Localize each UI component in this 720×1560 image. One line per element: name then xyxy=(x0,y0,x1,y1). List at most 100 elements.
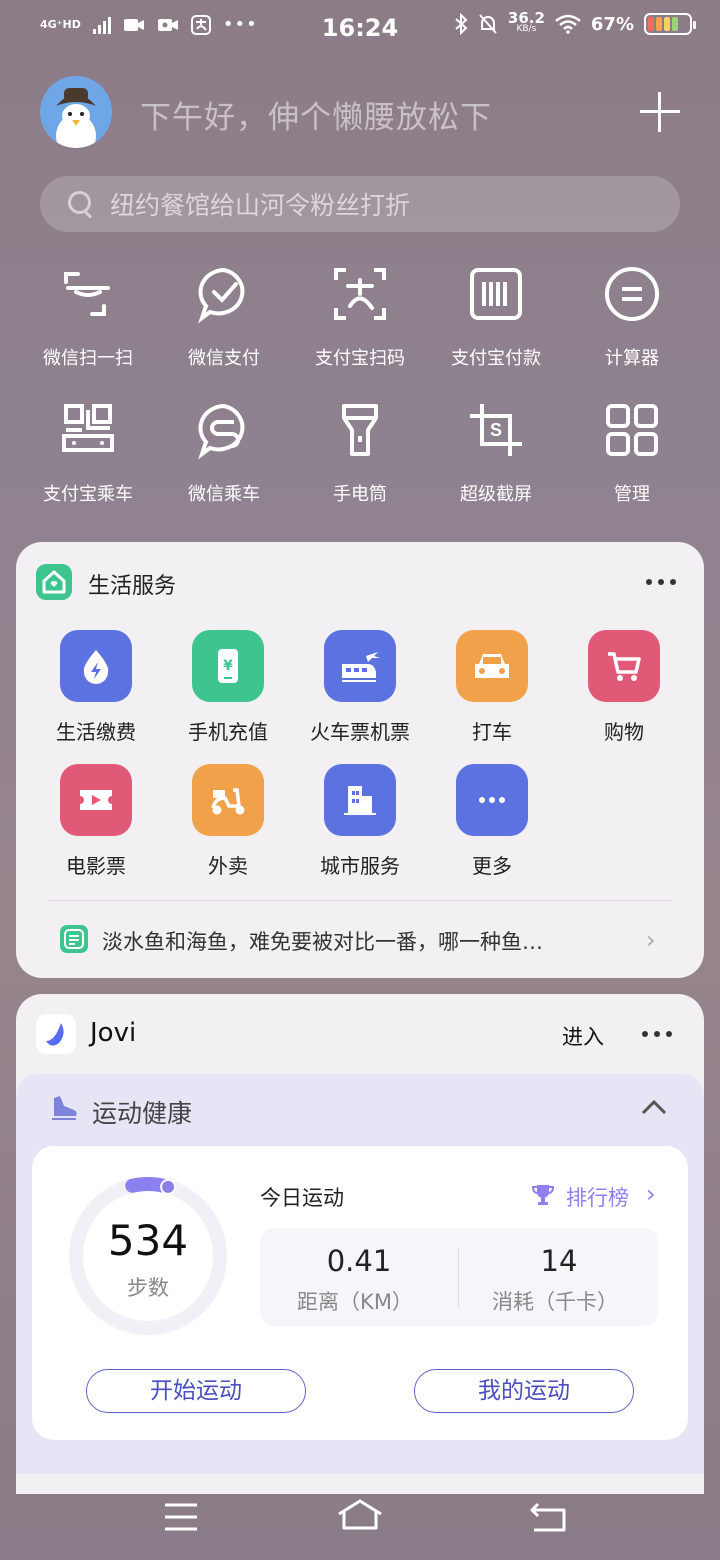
service-label: 生活缴费 xyxy=(56,720,136,744)
my-exercise-button[interactable]: 我的运动 xyxy=(414,1369,634,1413)
service-tile xyxy=(456,764,528,836)
speed-value: 36.2 xyxy=(507,9,545,27)
chevron-right-icon[interactable]: › xyxy=(646,926,656,954)
chevron-up-icon[interactable] xyxy=(640,1098,668,1116)
jovi-more-icon[interactable] xyxy=(642,1031,672,1037)
service-more[interactable]: 更多 xyxy=(426,764,558,879)
service-train-flight[interactable]: 火车票机票 xyxy=(294,630,426,745)
back-icon[interactable] xyxy=(528,1500,568,1534)
jovi-enter-link[interactable]: 进入 xyxy=(562,1021,604,1051)
screenshot-icon: S xyxy=(470,404,522,456)
shortcut-wechat-scan[interactable]: 微信扫一扫 xyxy=(20,264,156,370)
service-phone-recharge[interactable]: ¥ 手机充值 xyxy=(162,630,294,745)
life-service-more-icon[interactable] xyxy=(646,579,676,585)
health-title: 运动健康 xyxy=(92,1099,193,1128)
service-city[interactable]: 城市服务 xyxy=(294,764,426,879)
life-service-card xyxy=(16,542,704,978)
wechat-bus-icon xyxy=(198,403,245,460)
phone-yuan-icon: ¥ xyxy=(218,649,238,683)
flashlight-icon xyxy=(342,404,378,456)
barcode-icon xyxy=(470,268,522,320)
steps-label: 步数 xyxy=(127,1276,169,1300)
scan-icon xyxy=(64,272,110,316)
service-utility-bill[interactable]: 生活缴费 xyxy=(30,630,162,745)
divider xyxy=(48,900,672,901)
service-label: 电影票 xyxy=(66,854,126,878)
bus-qr-icon xyxy=(62,404,114,452)
service-tile xyxy=(192,764,264,836)
car-icon xyxy=(475,654,509,678)
shortcut-manage[interactable]: 管理 xyxy=(564,400,700,506)
calories-label: 消耗（千卡） xyxy=(492,1290,618,1314)
shortcut-wechat-pay[interactable]: 微信支付 xyxy=(156,264,292,370)
bluetooth-icon xyxy=(455,13,468,35)
status-bar: 4G⁺HD ••• 16:24 36.2 KB/s 67% xyxy=(0,0,720,58)
shortcut-calculator[interactable]: 计算器 xyxy=(564,264,700,370)
penguin-hat-icon xyxy=(56,88,96,148)
network-speed: 36.2 KB/s xyxy=(507,9,545,35)
running-shoe-icon xyxy=(52,1096,77,1120)
start-exercise-button[interactable]: 开始运动 xyxy=(86,1369,306,1413)
shortcut-label: 超级截屏 xyxy=(460,484,532,505)
service-label: 购物 xyxy=(604,720,644,744)
service-label: 更多 xyxy=(472,854,512,878)
shortcut-label: 微信支付 xyxy=(188,348,260,369)
service-label: 城市服务 xyxy=(320,854,400,878)
train-plane-icon xyxy=(342,652,380,682)
building-icon xyxy=(344,786,376,815)
jovi-title: Jovi xyxy=(90,1018,137,1048)
service-tile xyxy=(324,630,396,702)
news-headline[interactable]: 淡水鱼和海鱼，难免要被对比一番，哪一种鱼… xyxy=(102,926,622,956)
add-button[interactable] xyxy=(640,92,680,132)
service-tile xyxy=(588,630,660,702)
avatar[interactable] xyxy=(40,76,112,148)
service-tile xyxy=(324,764,396,836)
search-bar[interactable]: 纽约餐馆给山河令粉丝打折 xyxy=(40,176,680,232)
life-service-title: 生活服务 xyxy=(88,574,177,599)
calculator-icon xyxy=(605,267,659,321)
shortcut-flashlight[interactable]: 手电筒 xyxy=(292,400,428,506)
check-chat-icon xyxy=(198,267,245,324)
shortcut-screenshot[interactable]: S 超级截屏 xyxy=(428,400,564,506)
status-right: 36.2 KB/s 67% xyxy=(454,9,696,35)
jovi-logo-icon xyxy=(36,1014,76,1054)
home-icon xyxy=(36,564,72,600)
leaderboard-link[interactable]: 排行榜 xyxy=(566,1182,629,1212)
shortcut-alipay-bus[interactable]: 支付宝乘车 xyxy=(20,400,156,506)
battery-icon xyxy=(644,13,696,35)
cart-icon xyxy=(608,652,641,681)
shortcut-wechat-bus[interactable]: 微信乘车 xyxy=(156,400,292,506)
home-nav-icon[interactable] xyxy=(336,1498,384,1534)
greeting-text: 下午好，伸个懒腰放松下 xyxy=(140,100,492,136)
news-icon xyxy=(60,925,88,953)
service-label: 火车票机票 xyxy=(310,720,410,744)
shortcut-label: 支付宝扫码 xyxy=(315,348,405,369)
grid-icon xyxy=(606,404,658,456)
service-shopping[interactable]: 购物 xyxy=(558,630,690,745)
service-tile xyxy=(60,764,132,836)
service-label: 打车 xyxy=(472,720,512,744)
scooter-icon xyxy=(211,788,245,815)
svg-text:¥: ¥ xyxy=(223,658,233,674)
svg-text:S: S xyxy=(490,420,502,440)
menu-icon[interactable] xyxy=(164,1502,198,1532)
service-taxi[interactable]: 打车 xyxy=(426,630,558,745)
navigation-bar xyxy=(0,1478,720,1560)
shortcut-label: 支付宝乘车 xyxy=(43,484,133,505)
service-tile: ¥ xyxy=(192,630,264,702)
trophy-icon[interactable] xyxy=(530,1182,556,1212)
shortcut-alipay-pay[interactable]: 支付宝付款 xyxy=(428,264,564,370)
more-icon xyxy=(479,797,505,803)
shortcut-alipay-scan[interactable]: 支付宝扫码 xyxy=(292,264,428,370)
rank-chevron-icon[interactable]: › xyxy=(646,1180,656,1208)
battery-percent: 67% xyxy=(590,13,634,35)
service-movie-ticket[interactable]: 电影票 xyxy=(30,764,162,879)
shortcut-label: 手电筒 xyxy=(333,484,387,505)
service-tile xyxy=(60,630,132,702)
shortcut-label: 计算器 xyxy=(605,348,659,369)
service-label: 手机充值 xyxy=(188,720,268,744)
alipay-scan-icon xyxy=(334,268,386,320)
service-tile xyxy=(456,630,528,702)
service-takeout[interactable]: 外卖 xyxy=(162,764,294,879)
mute-bell-icon xyxy=(479,14,497,34)
